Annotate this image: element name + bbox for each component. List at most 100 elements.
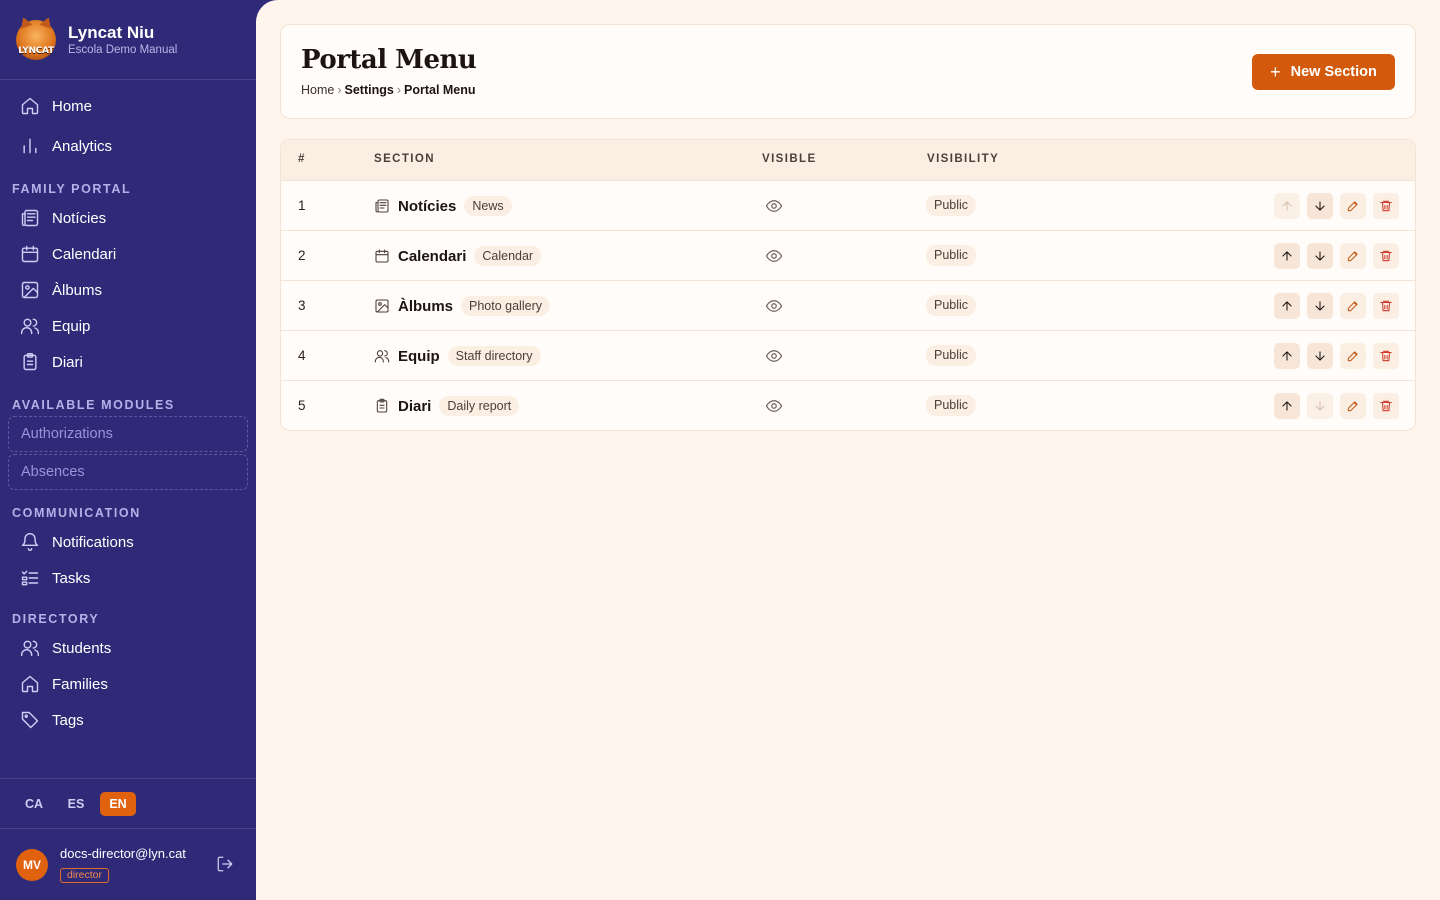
trash-icon	[1380, 300, 1392, 312]
image-icon	[374, 298, 390, 314]
lang-ca-button[interactable]: CA	[16, 792, 52, 816]
trash-icon	[1380, 250, 1392, 262]
delete-button[interactable]	[1373, 243, 1399, 269]
column-header-section: SECTION	[374, 153, 435, 165]
newspaper-icon	[20, 208, 40, 228]
table-row: 5 Diari Daily report Public	[281, 381, 1415, 430]
move-up-button[interactable]	[1274, 343, 1300, 369]
arrow-down-icon	[1315, 351, 1325, 361]
move-up-button[interactable]	[1274, 293, 1300, 319]
visibility-toggle[interactable]	[765, 247, 783, 268]
move-up-button[interactable]	[1274, 393, 1300, 419]
breadcrumb-home[interactable]: Home	[301, 83, 334, 97]
logout-button[interactable]	[216, 855, 236, 875]
row-number: 4	[298, 348, 306, 363]
row-actions	[1274, 343, 1399, 369]
sidebar-item-diari[interactable]: Diari	[8, 344, 248, 380]
row-actions	[1274, 193, 1399, 219]
breadcrumb-settings[interactable]: Settings	[345, 83, 394, 97]
move-up-button[interactable]	[1274, 193, 1300, 219]
breadcrumb: Home › Settings › Portal Menu	[301, 83, 476, 97]
bell-icon	[20, 532, 40, 552]
table-header: # SECTION VISIBLE VISIBILITY	[281, 140, 1415, 181]
brand-subtitle: Escola Demo Manual	[68, 43, 178, 56]
sidebar-item-tasks[interactable]: Tasks	[8, 560, 248, 596]
visibility-toggle[interactable]	[765, 197, 783, 218]
sidebar-item-label: Families	[52, 675, 108, 693]
eye-icon	[765, 250, 783, 262]
row-number: 1	[298, 198, 306, 213]
table-row: 3 Àlbums Photo gallery Public	[281, 281, 1415, 331]
visibility-badge: Public	[926, 195, 977, 216]
sidebar-nav: Home Analytics FAMILY PORTAL Notícies Ca…	[0, 80, 256, 738]
sidebar-item-students[interactable]: Students	[8, 630, 248, 666]
section-cell: Àlbums Photo gallery	[374, 294, 550, 318]
lyncat-logo: LYNCAT	[16, 19, 56, 60]
bar-chart-icon	[20, 136, 40, 156]
brand-name: Lyncat Niu	[68, 22, 155, 42]
edit-button[interactable]	[1340, 243, 1366, 269]
list-check-icon	[20, 568, 40, 588]
avatar[interactable]: MV	[16, 848, 48, 881]
sidebar-item-label: Tags	[52, 711, 84, 729]
edit-button[interactable]	[1340, 343, 1366, 369]
role-badge: director	[60, 868, 110, 883]
section-name: Àlbums	[398, 297, 454, 315]
visibility-badge: Public	[926, 245, 977, 266]
delete-button[interactable]	[1373, 343, 1399, 369]
arrow-up-icon	[1282, 401, 1292, 411]
section-name: Notícies	[398, 197, 457, 215]
users-icon	[374, 348, 390, 364]
row-number: 5	[298, 398, 306, 413]
visibility-toggle[interactable]	[765, 347, 783, 368]
sidebar-item-label: Tasks	[52, 569, 91, 587]
plus-icon: +	[1270, 62, 1281, 82]
lang-en-button[interactable]: EN	[100, 791, 136, 816]
move-down-button[interactable]	[1307, 243, 1333, 269]
section-title-available-modules: AVAILABLE MODULES	[12, 398, 175, 412]
section-type-chip: News	[464, 196, 512, 216]
new-section-button[interactable]: + New Section	[1252, 54, 1395, 90]
move-down-button[interactable]	[1307, 393, 1333, 419]
move-up-button[interactable]	[1274, 243, 1300, 269]
sidebar-item-albums[interactable]: Àlbums	[8, 272, 248, 308]
sidebar-item-tags[interactable]: Tags	[8, 702, 248, 738]
edit-button[interactable]	[1340, 193, 1366, 219]
sidebar-item-calendari[interactable]: Calendari	[8, 236, 248, 272]
arrow-down-icon	[1315, 251, 1325, 261]
delete-button[interactable]	[1373, 293, 1399, 319]
sidebar-item-home[interactable]: Home	[8, 86, 248, 126]
sidebar-item-label: Home	[52, 97, 93, 115]
move-down-button[interactable]	[1307, 343, 1333, 369]
visibility-badge: Public	[926, 295, 977, 316]
lang-es-button[interactable]: ES	[58, 792, 94, 816]
sidebar-item-notifications[interactable]: Notifications	[8, 524, 248, 560]
sidebar-item-noticies[interactable]: Notícies	[8, 200, 248, 236]
arrow-down-icon	[1315, 301, 1325, 311]
module-absences[interactable]: Absences	[8, 454, 248, 490]
sidebar-item-families[interactable]: Families	[8, 666, 248, 702]
arrow-up-icon	[1282, 201, 1292, 211]
move-down-button[interactable]	[1307, 293, 1333, 319]
trash-icon	[1380, 200, 1392, 212]
eye-icon	[765, 400, 783, 412]
edit-button[interactable]	[1340, 393, 1366, 419]
section-title-directory: DIRECTORY	[12, 612, 100, 626]
move-down-button[interactable]	[1307, 193, 1333, 219]
delete-button[interactable]	[1373, 193, 1399, 219]
sidebar-item-label: Calendari	[52, 245, 117, 263]
visibility-toggle[interactable]	[765, 397, 783, 418]
arrow-up-icon	[1282, 301, 1292, 311]
pencil-icon	[1347, 351, 1358, 362]
row-actions	[1274, 393, 1399, 419]
sidebar-item-analytics[interactable]: Analytics	[8, 126, 248, 166]
sidebar-item-label: Notifications	[52, 533, 134, 551]
edit-button[interactable]	[1340, 293, 1366, 319]
visibility-toggle[interactable]	[765, 297, 783, 318]
delete-button[interactable]	[1373, 393, 1399, 419]
module-authorizations[interactable]: Authorizations	[8, 416, 248, 452]
table-body: 1 Notícies News Public 2 Calendari Calen…	[281, 181, 1415, 430]
sidebar: LYNCAT Lyncat Niu Escola Demo Manual Hom…	[0, 0, 256, 900]
sidebar-item-equip[interactable]: Equip	[8, 308, 248, 344]
brand[interactable]: LYNCAT Lyncat Niu Escola Demo Manual	[0, 0, 256, 80]
